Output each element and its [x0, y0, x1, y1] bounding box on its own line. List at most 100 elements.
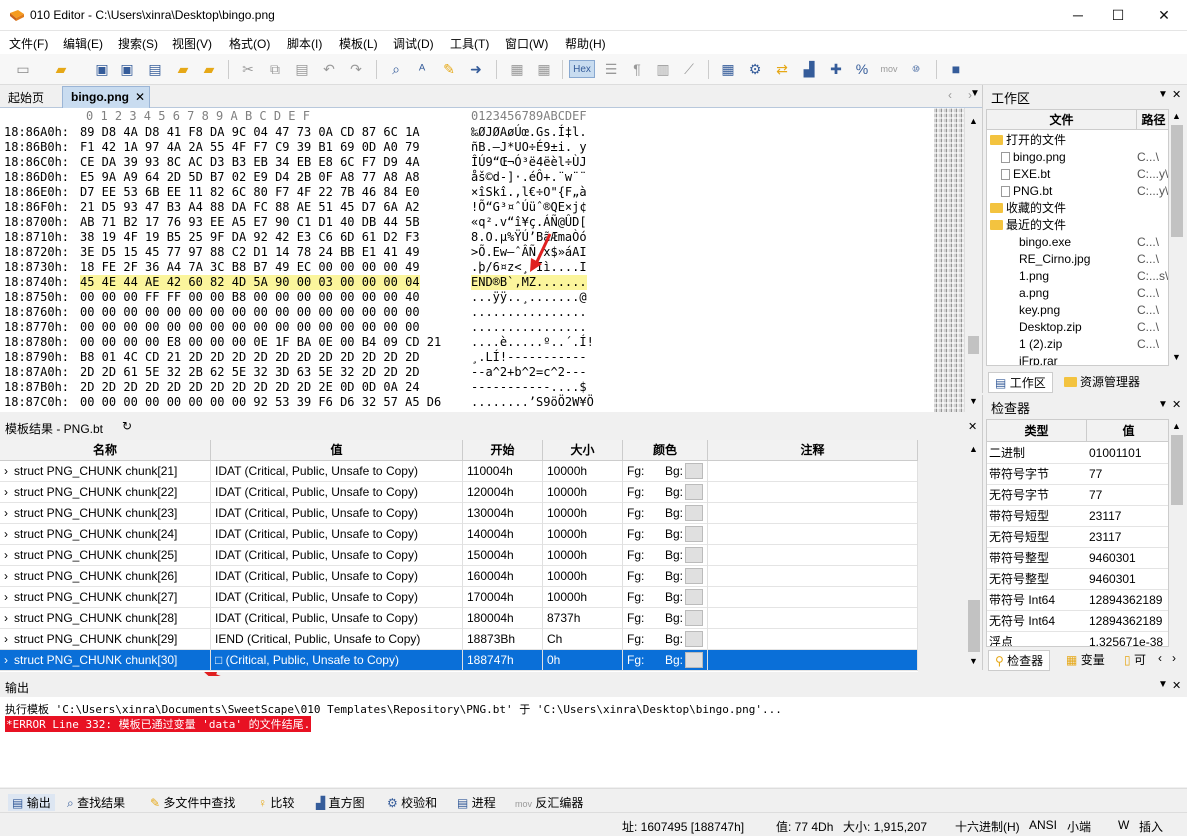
template-scroll-thumb[interactable] — [968, 600, 980, 652]
hex-row[interactable]: 18:86B0h: F1 42 1A 97 4A 2A 55 4F F7 C9 3… — [0, 140, 934, 155]
cut-icon[interactable]: ✂ — [239, 60, 257, 78]
expand-chevron-icon[interactable]: › — [4, 548, 8, 562]
expand-chevron-icon[interactable]: › — [4, 590, 8, 604]
hex-row-ascii[interactable]: END®B`‚MZ....... — [471, 275, 587, 290]
tab-start-page[interactable]: 起始页 — [8, 89, 44, 106]
expand-chevron-icon[interactable]: › — [4, 485, 8, 499]
tab-scroll-right-icon[interactable]: › — [1172, 651, 1176, 665]
hex-row-ascii[interactable]: ÎÚ9“Œ¬Ó³ë4ëèl÷ÙJ — [471, 155, 587, 170]
refresh-icon[interactable]: ↻ — [122, 419, 132, 433]
hex-row-ascii[interactable]: ¸.LÍ!----------- — [471, 350, 587, 365]
hex-row[interactable]: 18:8710h: 38 19 4F 19 B5 25 9F DA 92 42 E… — [0, 230, 934, 245]
tab-checksum[interactable]: ⚙ 校验和 — [387, 794, 437, 811]
find-in-files-icon[interactable]: ✎ — [440, 60, 458, 78]
hex-row-ascii[interactable]: ................ — [471, 320, 587, 335]
template-close-icon[interactable]: ✕ — [968, 420, 977, 433]
scroll-up-icon[interactable]: ▲ — [969, 116, 978, 126]
table-row[interactable]: › struct PNG_CHUNK chunk[22] IDAT (Critica… — [0, 482, 918, 503]
swap-icon[interactable]: ⇄ — [773, 60, 791, 78]
column-header-size[interactable]: 大小 — [543, 440, 623, 461]
pin-icon[interactable]: ▼ — [1158, 679, 1168, 690]
table-row[interactable]: › struct PNG_CHUNK chunk[24] IDAT (Critica… — [0, 524, 918, 545]
workspace-item[interactable]: iFrp.rar — [987, 353, 1168, 365]
expand-chevron-icon[interactable]: › — [4, 632, 8, 646]
bg-color-swatch[interactable] — [685, 631, 703, 647]
inspector-row[interactable]: 带符号整型 9460301 — [987, 548, 1168, 569]
bg-color-swatch[interactable] — [685, 589, 703, 605]
tab-process[interactable]: ▤ 进程 — [457, 794, 496, 811]
wrap-icon[interactable]: ⟋ — [680, 60, 698, 78]
tab-explorer[interactable]: 资源管理器 — [1064, 373, 1140, 390]
expand-chevron-icon[interactable]: › — [4, 527, 8, 541]
hex-row-bytes[interactable]: D7 EE 53 6B EE 11 82 6C 80 F7 4F 22 7B 4… — [80, 185, 420, 200]
hex-row[interactable]: 18:8750h: 00 00 00 FF FF 00 00 B8 00 00 0… — [0, 290, 934, 305]
workspace-item[interactable]: 1.png C:...s\ — [987, 268, 1168, 285]
menu-edit[interactable]: 编辑(E) — [63, 35, 103, 52]
base-convert-icon[interactable]: ⑩ — [907, 60, 925, 78]
column-header-type[interactable]: 类型 — [987, 420, 1087, 442]
bg-color-swatch[interactable] — [685, 652, 703, 668]
expand-chevron-icon[interactable]: › — [4, 653, 8, 667]
hex-row-bytes[interactable]: 00 00 00 FF FF 00 00 B8 00 00 00 00 00 0… — [80, 290, 420, 305]
workspace-item[interactable]: Desktop.zip C...\ — [987, 319, 1168, 336]
hex-row-ascii[interactable]: ...ÿÿ..¸.......@ — [471, 290, 587, 305]
hex-row-bytes[interactable]: 21 D5 93 47 B3 A4 88 DA FC 88 AE 51 45 D… — [80, 200, 420, 215]
tab-histogram[interactable]: ▟ 直方图 — [316, 794, 365, 811]
columns-icon[interactable]: ▥ — [654, 60, 672, 78]
expand-chevron-icon[interactable]: › — [4, 464, 8, 478]
menu-debug[interactable]: 调试(D) — [393, 35, 434, 52]
tab-find-in-files[interactable]: ✎ 多文件中查找 — [150, 794, 235, 811]
inspector-value[interactable]: 77 — [1089, 485, 1102, 506]
workspace-item[interactable]: 收藏的文件 — [987, 200, 1168, 217]
hex-row-ascii[interactable]: ....è.....º..´.Í! — [471, 335, 594, 350]
bookmark-icon[interactable]: ▦ — [508, 60, 526, 78]
column-header-file[interactable]: 文件 — [987, 110, 1137, 130]
column-header-name[interactable]: 名称 — [0, 440, 211, 461]
workspace-icon[interactable]: ▰ — [200, 60, 218, 78]
find-icon[interactable]: ⌕ — [387, 60, 405, 78]
workspace-item[interactable]: RE_Cirno.jpg C...\ — [987, 251, 1168, 268]
inspector-scroll-thumb[interactable] — [1171, 435, 1183, 505]
tab-output[interactable]: ▤ 输出 — [8, 794, 55, 811]
workspace-item[interactable]: EXE.bt C:...y\ — [987, 166, 1168, 183]
tab-find-results[interactable]: ⌕ 查找结果 — [67, 794, 125, 811]
hex-row-bytes[interactable]: E5 9A A9 64 2D 5D B7 02 E9 D4 2B 0F A8 7… — [80, 170, 420, 185]
inspector-row[interactable]: 带符号 Int64 12894362189 — [987, 590, 1168, 611]
hex-row-bytes[interactable]: 00 00 00 00 E8 00 00 00 0E 1F BA 0E 00 B… — [80, 335, 441, 350]
scroll-up-icon[interactable]: ▲ — [1172, 421, 1181, 431]
hex-row-bytes[interactable]: F1 42 1A 97 4A 2A 55 4F F7 C9 39 B1 69 0… — [80, 140, 420, 155]
inspector-value[interactable]: 9460301 — [1089, 548, 1136, 569]
pilcrow-icon[interactable]: ¶ — [628, 60, 646, 78]
scroll-up-icon[interactable]: ▲ — [969, 444, 978, 454]
hex-row[interactable]: 18:8770h: 00 00 00 00 00 00 00 00 00 00 0… — [0, 320, 934, 335]
bg-color-swatch[interactable] — [685, 526, 703, 542]
inspector-row[interactable]: 无符号整型 9460301 — [987, 569, 1168, 590]
bg-color-swatch[interactable] — [685, 505, 703, 521]
inspector-value[interactable]: 01001101 — [1089, 443, 1142, 464]
workspace-item[interactable]: bingo.png C...\ — [987, 149, 1168, 166]
pin-icon[interactable]: ▼ — [1158, 399, 1168, 410]
hex-row[interactable]: 18:87C0h: 00 00 00 00 00 00 00 00 92 53 3… — [0, 395, 934, 410]
table-row[interactable]: › struct PNG_CHUNK chunk[25] IDAT (Critica… — [0, 545, 918, 566]
workspace-scroll-thumb[interactable] — [1171, 125, 1183, 237]
output-panel[interactable]: 执行模板 'C:\Users\xinra\Documents\SweetScap… — [0, 697, 1187, 787]
inspector-value[interactable]: 23117 — [1089, 506, 1121, 527]
table-row[interactable]: › struct PNG_CHUNK chunk[27] IDAT (Critica… — [0, 587, 918, 608]
inspector-value[interactable]: 23117 — [1089, 527, 1121, 548]
hex-mode-icon[interactable]: Hex — [569, 60, 595, 78]
menu-search[interactable]: 搜索(S) — [118, 35, 158, 52]
status-insert[interactable]: 插入 — [1139, 818, 1163, 835]
tab-list-icon[interactable]: ▼ — [970, 88, 980, 99]
table-row[interactable]: › struct PNG_CHUNK chunk[28] IDAT (Critica… — [0, 608, 918, 629]
inspector-row[interactable]: 无符号 Int64 12894362189 — [987, 611, 1168, 632]
stop-icon[interactable]: ■ — [947, 60, 965, 78]
workspace-item[interactable]: a.png C...\ — [987, 285, 1168, 302]
menu-view[interactable]: 视图(V) — [172, 35, 212, 52]
tab-compare[interactable]: ♀ 比较 — [258, 794, 294, 811]
bg-color-swatch[interactable] — [685, 463, 703, 479]
undo-icon[interactable]: ↶ — [320, 60, 338, 78]
hex-row-bytes[interactable]: AB 71 B2 17 76 93 EE A5 E7 90 C1 D1 40 D… — [80, 215, 420, 230]
workspace-scrollbar[interactable]: ▲ ▼ — [1169, 109, 1185, 366]
hex-row[interactable]: 18:87A0h: 2D 2D 61 5E 32 2B 62 5E 32 3D 6… — [0, 365, 934, 380]
column-header-inspector-value[interactable]: 值 — [1087, 420, 1168, 442]
